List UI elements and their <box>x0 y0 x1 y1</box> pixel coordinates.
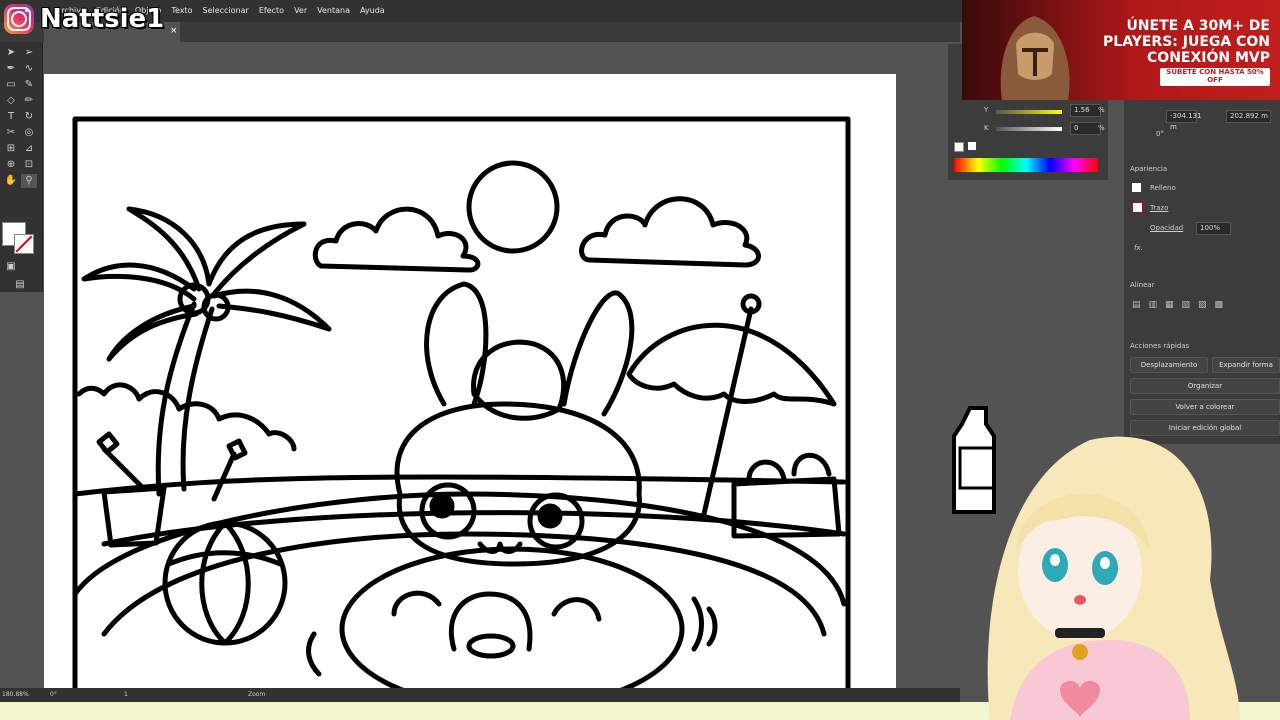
shovel-left <box>96 431 147 492</box>
menu-efecto[interactable]: Efecto <box>259 6 284 15</box>
selection-tool-icon[interactable]: ➤ <box>3 46 19 60</box>
rotate-tool-icon[interactable]: ↻ <box>21 110 37 124</box>
pen-tool-icon[interactable]: ✒ <box>3 62 19 76</box>
pupil-left <box>429 493 455 519</box>
stream-brand: Nattsie1 <box>4 4 164 34</box>
screen-mode-icon[interactable]: ▤ <box>12 278 28 292</box>
brand-name: Nattsie1 <box>40 4 165 34</box>
y-percent-label: % <box>1098 106 1105 114</box>
coloring-page-illustration <box>72 116 851 690</box>
cloud-right <box>579 196 761 268</box>
beach-ball <box>162 520 288 646</box>
shape-builder-tool-icon[interactable]: ⊞ <box>3 142 19 156</box>
pupil-right <box>537 503 563 529</box>
tab-close-button[interactable]: × <box>170 26 178 36</box>
direct-selection-tool-icon[interactable]: ➢ <box>21 46 37 60</box>
eraser-tool-icon[interactable]: ◇ <box>3 94 19 108</box>
menu-texto[interactable]: Texto <box>171 6 192 15</box>
menu-ventana[interactable]: Ventana <box>317 6 350 15</box>
advertisement-banner[interactable]: ÚNETE A 30M+ DE PLAYERS: JUEGA CON CONEX… <box>962 0 1280 100</box>
shovel-right <box>211 438 248 502</box>
instagram-icon <box>4 4 34 34</box>
float-ring <box>339 546 685 690</box>
palm-trunk <box>155 301 215 497</box>
quick-actions-title: Acciones rápidas <box>1130 342 1190 350</box>
chick-beak <box>466 633 516 659</box>
zoom-level[interactable]: 180.88% <box>2 691 29 698</box>
current-tool-label: Zoom <box>248 691 266 698</box>
artboard[interactable] <box>44 74 896 690</box>
artboard-tool-icon[interactable]: ⊡ <box>21 158 37 172</box>
bunny-ear-left <box>424 281 489 407</box>
opacity-field[interactable]: 100% <box>1196 222 1231 235</box>
ad-headline: ÚNETE A 30M+ DE PLAYERS: JUEGA CON CONEX… <box>1103 18 1270 66</box>
chick-front <box>448 591 533 652</box>
transform-h-field[interactable]: 202.892 m <box>1226 110 1271 123</box>
menu-ayuda[interactable]: Ayuda <box>360 6 385 15</box>
no-fill-swatch[interactable] <box>954 142 964 152</box>
zoom-tool-icon[interactable]: ⚲ <box>21 174 37 188</box>
color-spectrum[interactable] <box>954 158 1098 172</box>
knight-helmet-icon <box>1000 16 1070 100</box>
artboard-number[interactable]: 1 <box>124 691 128 698</box>
menu-seleccionar[interactable]: Seleccionar <box>203 6 249 15</box>
bunny-ear-right <box>561 290 635 417</box>
status-bar: 180.88% 0° 1 Zoom <box>0 688 960 702</box>
offset-path-button[interactable]: Desplazamiento <box>1130 357 1208 373</box>
brush-tool-icon[interactable]: ✎ <box>21 78 37 92</box>
warp-tool-icon[interactable]: ◎ <box>21 126 37 140</box>
y-channel-label: Y <box>984 106 989 114</box>
stroke-color-swatch[interactable] <box>14 234 34 254</box>
paw-left <box>391 590 442 617</box>
k-channel-value[interactable]: 0 <box>1070 122 1101 135</box>
white-swatch[interactable] <box>968 142 976 150</box>
expand-shape-button[interactable]: Expandir forma <box>1212 357 1280 373</box>
palm-leaves <box>81 206 332 362</box>
rectangle-tool-icon[interactable]: ▭ <box>3 78 19 92</box>
cooler-items <box>746 452 832 482</box>
fill-swatch-small[interactable] <box>1132 183 1141 192</box>
y-channel-slider[interactable] <box>996 110 1062 114</box>
draw-mode-icon[interactable]: ▣ <box>3 260 19 274</box>
appearance-title: Apariencia <box>1130 165 1168 173</box>
k-percent-label: % <box>1098 124 1105 132</box>
rotate-angle-value[interactable]: 0° <box>1156 130 1164 138</box>
stroke-swatch-small[interactable] <box>1132 202 1143 213</box>
properties-panel: -304.131 m 202.892 m 0° Apariencia Relle… <box>1124 44 1280 444</box>
type-tool-icon[interactable]: T <box>3 110 19 124</box>
scissors-tool-icon[interactable]: ✂ <box>3 126 19 140</box>
opacity-label[interactable]: Opacidad <box>1150 224 1183 232</box>
ad-offer-button[interactable]: SÚBETE CON HASTA 50% OFF <box>1160 68 1270 86</box>
umbrella-top <box>740 293 762 315</box>
rotation-value[interactable]: 0° <box>50 691 57 698</box>
fill-label: Relleno <box>1150 184 1176 192</box>
paw-right <box>551 597 602 622</box>
k-channel-label: K <box>984 124 989 132</box>
pencil-tool-icon[interactable]: ✏ <box>21 94 37 108</box>
curvature-tool-icon[interactable]: ∿ <box>21 62 37 76</box>
fx-button[interactable]: fx. <box>1134 244 1143 252</box>
water-ripples <box>306 596 718 677</box>
eyedropper-tool-icon[interactable]: ⊿ <box>21 142 37 156</box>
sun <box>466 160 560 254</box>
arrange-button[interactable]: Organizar <box>1130 378 1280 394</box>
menu-ver[interactable]: Ver <box>294 6 307 15</box>
cloud-left <box>312 206 481 273</box>
align-icons[interactable]: ▤▥▦▧▨▩ <box>1132 300 1272 312</box>
hand-tool-icon[interactable]: ✋ <box>3 174 19 188</box>
tools-panel: ➤ ➢ ✒ ∿ ▭ ✎ ◇ ✏ T ↻ ✂ ◎ ⊞ ⊿ ⊕ ⊡ ✋ ⚲ ▣ ▤ <box>0 42 43 292</box>
bunny-mouth <box>477 541 523 554</box>
k-channel-slider[interactable] <box>996 127 1062 131</box>
blend-tool-icon[interactable]: ⊕ <box>3 158 19 172</box>
align-title: Alinear <box>1130 281 1155 289</box>
vtuber-avatar <box>987 436 1240 720</box>
y-channel-value[interactable]: 1.56 <box>1070 104 1101 117</box>
stroke-label[interactable]: Trazo <box>1150 204 1168 212</box>
transform-y-field[interactable]: -304.131 m <box>1166 110 1201 131</box>
